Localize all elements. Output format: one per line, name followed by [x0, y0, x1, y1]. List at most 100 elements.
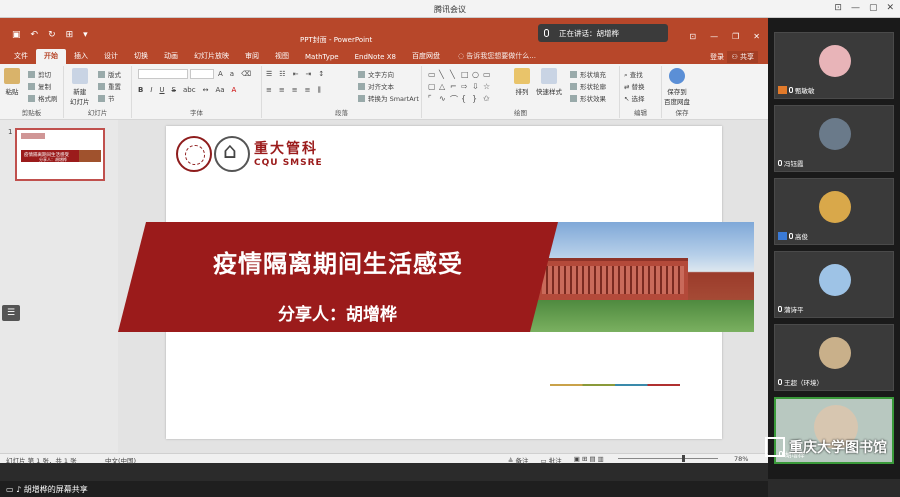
star-shape-icon[interactable]: ✩ — [483, 94, 493, 105]
shape-effects-button[interactable]: 形状效果 — [570, 93, 606, 103]
minimize-icon[interactable]: — — [851, 3, 860, 13]
ppt-restore-icon[interactable]: ❐ — [732, 32, 739, 41]
format-painter-button[interactable]: 格式刷 — [28, 93, 58, 103]
bullets-icon[interactable]: ☰ — [266, 70, 272, 78]
align-right-icon[interactable]: ≡ — [292, 86, 298, 95]
shape-outline-button[interactable]: 形状轮廓 — [570, 81, 606, 91]
tab-slideshow[interactable]: 幻灯片放映 — [186, 49, 237, 64]
save-to-baidu-button[interactable]: 保存到 百度网盘 — [664, 68, 690, 106]
line-shape-icon[interactable]: ╲ — [450, 70, 460, 81]
participant-tile[interactable]: 甄敏敏 — [774, 32, 894, 99]
share-button[interactable]: ⚇ 共享 — [727, 51, 758, 63]
replace-button[interactable]: ⇄ 替换 — [624, 81, 645, 91]
slide-title[interactable]: 疫情隔离期间生活感受 — [213, 244, 463, 279]
comments-button[interactable]: ▭ 批注 — [541, 455, 562, 465]
line-spacing-icon[interactable]: ↕ — [318, 70, 324, 78]
tell-me-input[interactable]: ◌ 告诉我您想要做什么... — [448, 49, 544, 64]
tab-review[interactable]: 审阅 — [237, 49, 267, 64]
find-button[interactable]: ⌕ 查找 — [624, 69, 643, 80]
brace-open-shape-icon[interactable]: { — [461, 94, 471, 105]
arrow-right-shape-icon[interactable]: ⇨ — [461, 82, 471, 93]
layout-button[interactable]: 版式 — [98, 69, 121, 79]
tab-file[interactable]: 文件 — [6, 49, 36, 64]
ppt-minimize-icon[interactable]: — — [710, 32, 718, 41]
start-slideshow-icon[interactable]: ⊞ — [66, 30, 74, 40]
view-buttons[interactable]: ▣ ⊞ ▤ ▥ — [574, 455, 604, 465]
login-link[interactable]: 登录 — [710, 52, 724, 62]
participant-tile[interactable]: 蒲诗平 — [774, 251, 894, 318]
case-icon[interactable]: Aa — [215, 86, 224, 94]
bold-button[interactable]: B — [138, 86, 143, 94]
tab-design[interactable]: 设计 — [96, 49, 126, 64]
font-family-combo[interactable] — [138, 69, 188, 79]
participant-tile[interactable]: 王超（环境） — [774, 324, 894, 391]
align-text-button[interactable]: 对齐文本 — [358, 81, 394, 91]
new-slide-button[interactable]: 新建 幻灯片 — [70, 68, 90, 106]
section-button[interactable]: 节 — [98, 93, 115, 103]
rounded-rect-shape-icon[interactable]: ▢ — [428, 82, 438, 93]
curve-shape-icon[interactable]: ⌒ — [450, 94, 460, 105]
tab-baidu[interactable]: 百度网盘 — [404, 49, 448, 64]
rect-shape-icon[interactable]: □ — [461, 70, 471, 81]
cut-button[interactable]: 剪切 — [28, 69, 51, 79]
toolbar-toggle-icon[interactable]: ☰ — [2, 305, 20, 321]
oval-shape-icon[interactable]: ○ — [472, 70, 482, 81]
star-shape-icon[interactable]: ☆ — [483, 82, 493, 93]
align-left-icon[interactable]: ≡ — [266, 86, 272, 95]
clear-format-icon[interactable]: ⌫ — [241, 70, 251, 78]
rectangle-shape-icon[interactable]: ▭ — [428, 70, 438, 81]
italic-button[interactable]: I — [150, 86, 152, 94]
tab-insert[interactable]: 插入 — [66, 49, 96, 64]
ribbon-display-icon[interactable]: ⊡ — [689, 32, 696, 41]
maximize-icon[interactable]: ▢ — [869, 3, 878, 13]
shape-fill-button[interactable]: 形状填充 — [570, 69, 606, 79]
brace-close-shape-icon[interactable]: } — [472, 94, 482, 105]
tab-endnote[interactable]: EndNote X8 — [347, 51, 404, 64]
elbow-shape-icon[interactable]: ⌐ — [450, 82, 460, 93]
strike-button[interactable]: S — [172, 86, 176, 94]
arrow-down-shape-icon[interactable]: ⇩ — [472, 82, 482, 93]
grow-font-icon[interactable]: A — [218, 70, 223, 78]
shrink-font-icon[interactable]: a — [230, 70, 234, 78]
tab-mathtype[interactable]: MathType — [297, 51, 347, 64]
font-color-icon[interactable]: A — [232, 86, 237, 94]
triangle-shape-icon[interactable]: △ — [439, 82, 449, 93]
reset-button[interactable]: 重置 — [98, 81, 121, 91]
shapes-gallery[interactable]: ▭ ╲ ╲ □ ○ ▭ ▢ △ ⌐ ⇨ ⇩ ☆ ⌜ ∿ ⌒{} ✩ — [428, 70, 498, 106]
increase-indent-icon[interactable]: ⇥ — [305, 70, 311, 78]
text-direction-button[interactable]: 文字方向 — [358, 69, 394, 79]
tab-view[interactable]: 视图 — [267, 49, 297, 64]
close-icon[interactable]: ✕ — [886, 3, 894, 13]
undo-icon[interactable]: ↶ — [31, 30, 39, 40]
smartart-button[interactable]: 转换为 SmartArt — [358, 93, 419, 103]
font-size-combo[interactable] — [190, 69, 214, 79]
slide-thumbnail[interactable]: 疫情隔离期间生活感受 分享人：胡增桦 — [15, 128, 105, 181]
participant-tile[interactable]: 高俊 — [774, 178, 894, 245]
rect-shape-icon[interactable]: ▭ — [483, 70, 493, 81]
zoom-slider[interactable] — [618, 458, 718, 459]
tab-animations[interactable]: 动画 — [156, 49, 186, 64]
numbering-icon[interactable]: ☷ — [279, 70, 285, 78]
quick-styles-button[interactable]: 快速样式 — [536, 68, 562, 96]
select-button[interactable]: ↖ 选择 — [624, 93, 645, 103]
shadow-button[interactable]: abc — [183, 86, 196, 94]
columns-icon[interactable]: ⫼ — [318, 86, 321, 95]
redo-icon[interactable]: ↻ — [48, 30, 56, 40]
save-icon[interactable]: ▣ — [12, 30, 21, 40]
tab-transitions[interactable]: 切换 — [126, 49, 156, 64]
arrange-button[interactable]: 排列 — [514, 68, 530, 96]
copy-button[interactable]: 复制 — [28, 81, 51, 91]
spacing-icon[interactable]: ↔ — [203, 86, 209, 94]
decrease-indent-icon[interactable]: ⇤ — [293, 70, 299, 78]
ppt-close-icon[interactable]: ✕ — [753, 32, 760, 41]
pin-icon[interactable]: ⊡ — [834, 3, 842, 13]
curve-shape-icon[interactable]: ∿ — [439, 94, 449, 105]
brace-shape-icon[interactable]: ⌜ — [428, 94, 438, 105]
line-shape-icon[interactable]: ╲ — [439, 70, 449, 81]
language-indicator[interactable]: 中文(中国) — [105, 455, 136, 465]
slide-canvas[interactable]: 重大管科 CQU SMSRE 疫情隔离期间生活感受 分享人：胡增桦 — [118, 126, 754, 439]
customize-qat-icon[interactable]: ▾ — [83, 30, 88, 40]
justify-icon[interactable]: ≡ — [305, 86, 311, 95]
align-center-icon[interactable]: ≡ — [279, 86, 285, 95]
tab-home[interactable]: 开始 — [36, 49, 66, 64]
